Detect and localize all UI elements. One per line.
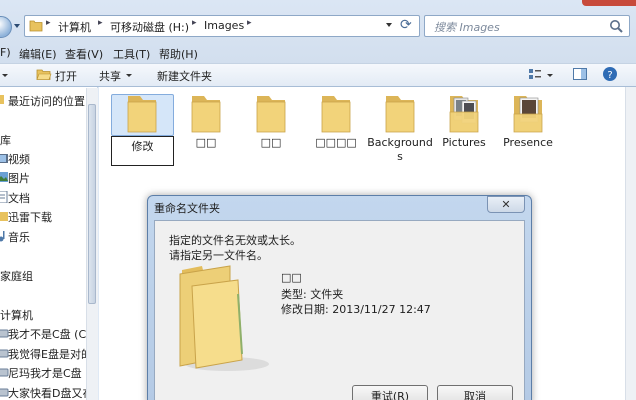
search-icon[interactable]	[608, 18, 624, 34]
nav-library-documents[interactable]: 文档	[8, 190, 30, 206]
folder-icon	[321, 96, 351, 133]
nav-drive-c[interactable]: 我才不是C盘 (C:	[8, 326, 90, 342]
dialog-close-button[interactable]: ✕	[487, 196, 525, 213]
navigation-scrollbar-thumb[interactable]	[88, 104, 96, 304]
menu-tools[interactable]: 工具(T)	[113, 46, 150, 62]
breadcrumb-computer[interactable]: 计算机	[58, 19, 91, 35]
file-modified-value: 修改日期: 2013/11/27 12:47	[281, 303, 431, 316]
breadcrumb-separator-icon[interactable]: ▸	[247, 18, 252, 28]
folder-item[interactable]: □□□□	[301, 92, 371, 150]
menu-help[interactable]: 帮助(H)	[159, 46, 198, 62]
address-history-dropdown-icon[interactable]	[386, 23, 392, 27]
breadcrumb-drive[interactable]: 可移动磁盘 (H:)	[110, 19, 189, 35]
help-icon[interactable]: ?	[602, 66, 618, 82]
menu-edit[interactable]: 编辑(E)	[19, 46, 57, 62]
folder-item[interactable]: □□	[171, 92, 241, 150]
cancel-button[interactable]: 取消	[437, 385, 513, 400]
folder-icon	[256, 96, 286, 133]
nav-library-pictures[interactable]: 图片	[8, 170, 30, 186]
photo-folder-icon	[513, 96, 543, 133]
folder-icon	[29, 20, 43, 32]
folder-icon	[179, 265, 269, 371]
view-options-icon[interactable]	[527, 66, 543, 82]
folder-item-pictures[interactable]: Pictures	[429, 92, 499, 150]
open-folder-icon	[36, 69, 52, 80]
folder-item-backgrounds[interactable]: Backgrounds	[365, 92, 435, 164]
folder-label: □□	[195, 136, 217, 149]
nav-libraries[interactable]: 库	[0, 132, 11, 148]
nav-computer[interactable]: 计算机	[0, 307, 33, 323]
content-scrollbar[interactable]	[625, 87, 636, 400]
nav-homegroup[interactable]: 家庭组	[0, 268, 33, 284]
nav-library-music[interactable]: 音乐	[8, 229, 30, 245]
file-name-value: □□	[281, 271, 302, 284]
organize-dropdown-icon[interactable]	[2, 74, 8, 77]
search-placeholder: 搜索 Images	[434, 21, 500, 34]
view-dropdown-icon[interactable]	[547, 74, 553, 77]
folder-item[interactable]: □□	[236, 92, 306, 150]
window-close-button[interactable]	[582, 0, 636, 6]
folder-item-editing[interactable]	[107, 92, 177, 134]
menu-view[interactable]: 查看(V)	[65, 46, 103, 62]
nav-drive-2[interactable]: 尼玛我才是C盘	[8, 365, 82, 381]
folder-label: Presence	[503, 136, 553, 149]
nav-drive-d[interactable]: 大家快看D盘又在	[8, 385, 93, 400]
dialog-title: 重命名文件夹	[154, 202, 220, 215]
preview-pane-icon[interactable]	[572, 66, 588, 82]
dialog-instruction-message: 请指定另一文件名。	[169, 249, 268, 262]
nav-library-downloads[interactable]: 迅雷下载	[8, 209, 52, 225]
folder-label: Pictures	[442, 136, 486, 149]
folder-icon	[191, 96, 221, 133]
share-button[interactable]: 共享	[99, 68, 121, 84]
folder-icon	[127, 96, 157, 133]
breadcrumb-separator-icon[interactable]: ▸	[98, 18, 103, 28]
folder-icon	[385, 96, 415, 133]
nav-recent-places[interactable]: 最近访问的位置	[8, 93, 85, 109]
breadcrumb-separator-icon[interactable]: ▸	[46, 18, 51, 28]
open-button[interactable]: 打开	[55, 68, 77, 84]
rename-input-value: 修改	[131, 140, 154, 153]
refresh-icon[interactable]: ⟳	[400, 17, 412, 33]
folder-label: □□□□	[315, 136, 357, 149]
folder-label: □□	[260, 136, 282, 149]
folder-label: Backgrounds	[367, 136, 433, 163]
dialog-error-message: 指定的文件名无效或太长。	[169, 234, 301, 247]
recent-pages-dropdown-icon[interactable]	[14, 24, 20, 28]
new-folder-button[interactable]: 新建文件夹	[157, 68, 212, 84]
folder-item-presence[interactable]: Presence	[493, 92, 563, 150]
share-dropdown-icon[interactable]	[126, 74, 132, 77]
nav-drive-e[interactable]: 我觉得E盘是对的	[8, 346, 92, 362]
breadcrumb-images[interactable]: Images	[204, 19, 244, 32]
menu-file[interactable]: F)	[0, 46, 11, 59]
file-type-value: 类型: 文件夹	[281, 288, 344, 301]
nav-library-videos[interactable]: 视频	[8, 151, 30, 167]
breadcrumb-separator-icon[interactable]: ▸	[192, 18, 197, 28]
retry-button[interactable]: 重试(R)	[352, 385, 428, 400]
svg-text:?: ?	[607, 70, 612, 81]
photo-folder-icon	[449, 96, 479, 133]
